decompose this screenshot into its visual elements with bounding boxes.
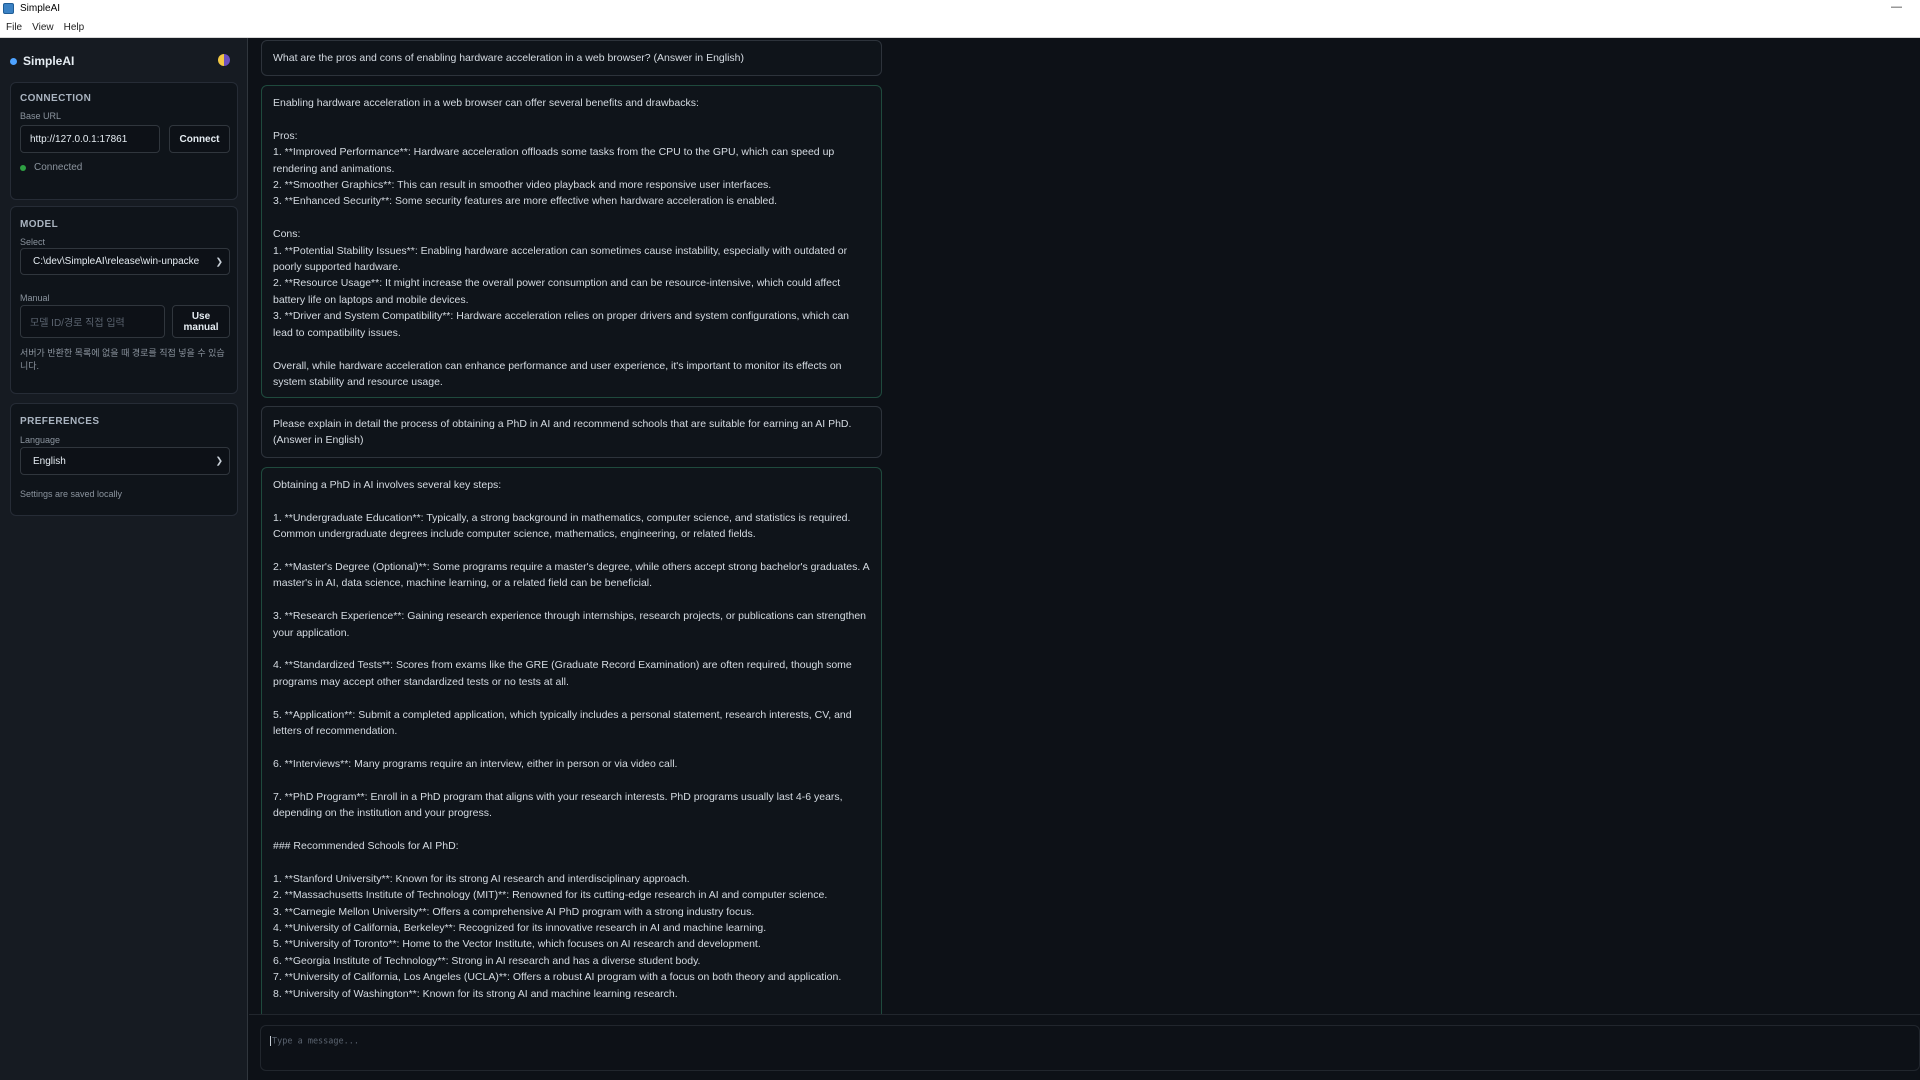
message-user: What are the pros and cons of enabling h… (261, 40, 882, 76)
preferences-title: PREFERENCES (20, 416, 100, 427)
brand-dot-icon (10, 57, 17, 65)
model-select-value: C:\dev\SimpleAI\release\win-unpacke (33, 256, 200, 267)
manual-label: Manual (20, 293, 50, 303)
status-dot-icon (20, 164, 26, 171)
menu-view[interactable]: View (32, 22, 54, 33)
connection-title: CONNECTION (20, 93, 92, 104)
language-label: Language (20, 435, 61, 445)
menu-bar: File View Help (0, 17, 1920, 38)
language-select[interactable]: English ❯ (20, 447, 230, 475)
chat-area: What are the pros and cons of enabling h… (249, 38, 1920, 1014)
text-caret (270, 1036, 271, 1046)
menu-help[interactable]: Help (64, 22, 85, 33)
chevron-down-icon: ❯ (215, 256, 223, 266)
menu-file[interactable]: File (6, 22, 22, 33)
app-icon (3, 3, 14, 14)
window-title: SimpleAI (20, 3, 61, 14)
base-url-input[interactable]: http://127.0.0.1:17861 (20, 125, 160, 153)
theme-toggle-icon[interactable] (218, 54, 230, 66)
connect-button[interactable]: Connect (169, 125, 230, 153)
connection-card: CONNECTION Base URL http://127.0.0.1:178… (10, 82, 238, 200)
model-title: MODEL (20, 219, 59, 230)
sidebar: SimpleAI CONNECTION Base URL http://127.… (0, 38, 248, 1080)
settings-saved-note: Settings are saved locally (20, 489, 123, 499)
model-hint: 서버가 반환한 목록에 없을 때 경로를 직접 넣을 수 있습니다. (20, 348, 225, 371)
model-select-label: Select (20, 237, 46, 247)
brand: SimpleAI (10, 54, 74, 68)
use-manual-button[interactable]: Use manual (172, 305, 230, 338)
composer-bar: Type a message... (249, 1014, 1920, 1080)
chevron-down-icon: ❯ (215, 455, 223, 466)
message-user: Please explain in detail the process of … (261, 406, 882, 458)
model-select[interactable]: C:\dev\SimpleAI\release\win-unpacke ❯ (20, 248, 230, 275)
model-card: MODEL Select C:\dev\SimpleAI\release\win… (10, 206, 238, 394)
window-titlebar: SimpleAI — (0, 0, 1920, 17)
message-input-placeholder: Type a message... (272, 1036, 359, 1047)
minimize-icon[interactable]: — (1891, 1, 1902, 13)
message-input[interactable]: Type a message... (260, 1025, 1920, 1071)
preferences-card: PREFERENCES Language English ❯ Settings … (10, 403, 238, 516)
connection-status-text: Connected (34, 162, 83, 173)
connection-status: Connected (20, 162, 82, 173)
message-assistant: Enabling hardware acceleration in a web … (261, 85, 882, 398)
base-url-label: Base URL (20, 111, 62, 121)
language-select-value: English (33, 455, 66, 467)
manual-model-input[interactable]: 모델 ID/경로 직접 입력 (20, 305, 165, 338)
brand-name: SimpleAI (23, 54, 75, 68)
message-assistant: Obtaining a PhD in AI involves several k… (261, 467, 882, 1014)
